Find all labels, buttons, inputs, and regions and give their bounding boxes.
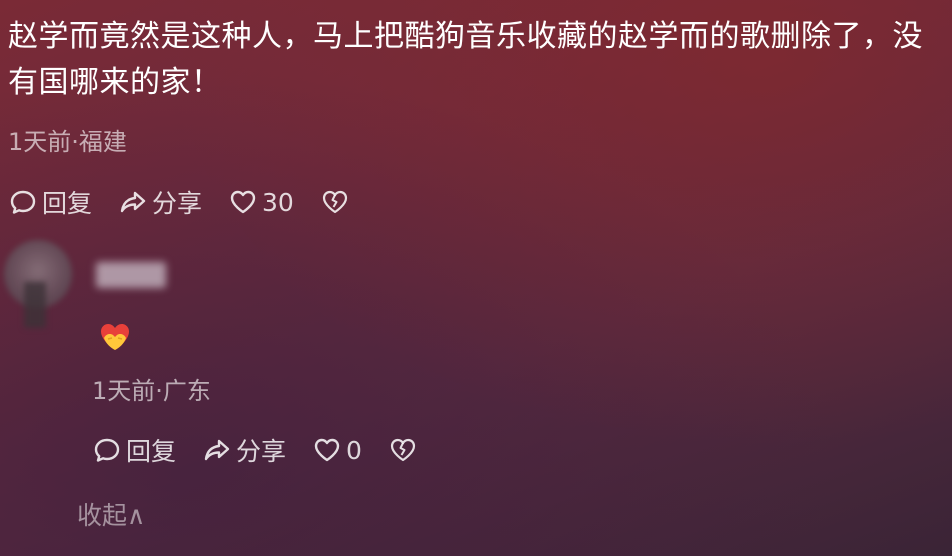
share-arrow-icon: [118, 187, 148, 217]
reply-like-button[interactable]: 0: [312, 435, 362, 465]
comment-actions: 回复 分享 30: [8, 184, 380, 220]
reply-button[interactable]: 回复: [8, 184, 92, 220]
like-button[interactable]: 30: [228, 187, 294, 217]
like-count: 0: [346, 435, 362, 465]
reply-share-button[interactable]: 分享: [202, 432, 286, 468]
heart-icon: [228, 187, 258, 217]
heart-hands-emoji: [98, 320, 132, 354]
comment-text: 赵学而竟然是这种人，马上把酷狗音乐收藏的赵学而的歌删除了，没有国哪来的家！: [8, 19, 923, 100]
broken-heart-icon: [388, 435, 418, 465]
collapse-replies-button[interactable]: 收起∧: [77, 496, 145, 532]
broken-heart-icon: [320, 187, 350, 217]
avatar-blur-mark: [24, 282, 46, 328]
speech-bubble-icon: [92, 435, 122, 465]
username-blurred[interactable]: [96, 262, 166, 288]
share-label: 分享: [236, 437, 287, 466]
share-label: 分享: [152, 189, 203, 218]
reply-dislike-button[interactable]: [388, 435, 422, 465]
dislike-button[interactable]: [320, 187, 354, 217]
share-arrow-icon: [202, 435, 232, 465]
like-count: 30: [262, 187, 294, 217]
comment-meta: 1天前·福建: [8, 128, 127, 156]
reply-label: 回复: [126, 437, 177, 466]
reply-meta: 1天前·广东: [92, 377, 211, 405]
reply-actions: 回复 分享 0: [92, 432, 448, 468]
share-button[interactable]: 分享: [118, 184, 202, 220]
reply-reply-button[interactable]: 回复: [92, 432, 176, 468]
reply-label: 回复: [42, 189, 93, 218]
speech-bubble-icon: [8, 187, 38, 217]
heart-icon: [312, 435, 342, 465]
